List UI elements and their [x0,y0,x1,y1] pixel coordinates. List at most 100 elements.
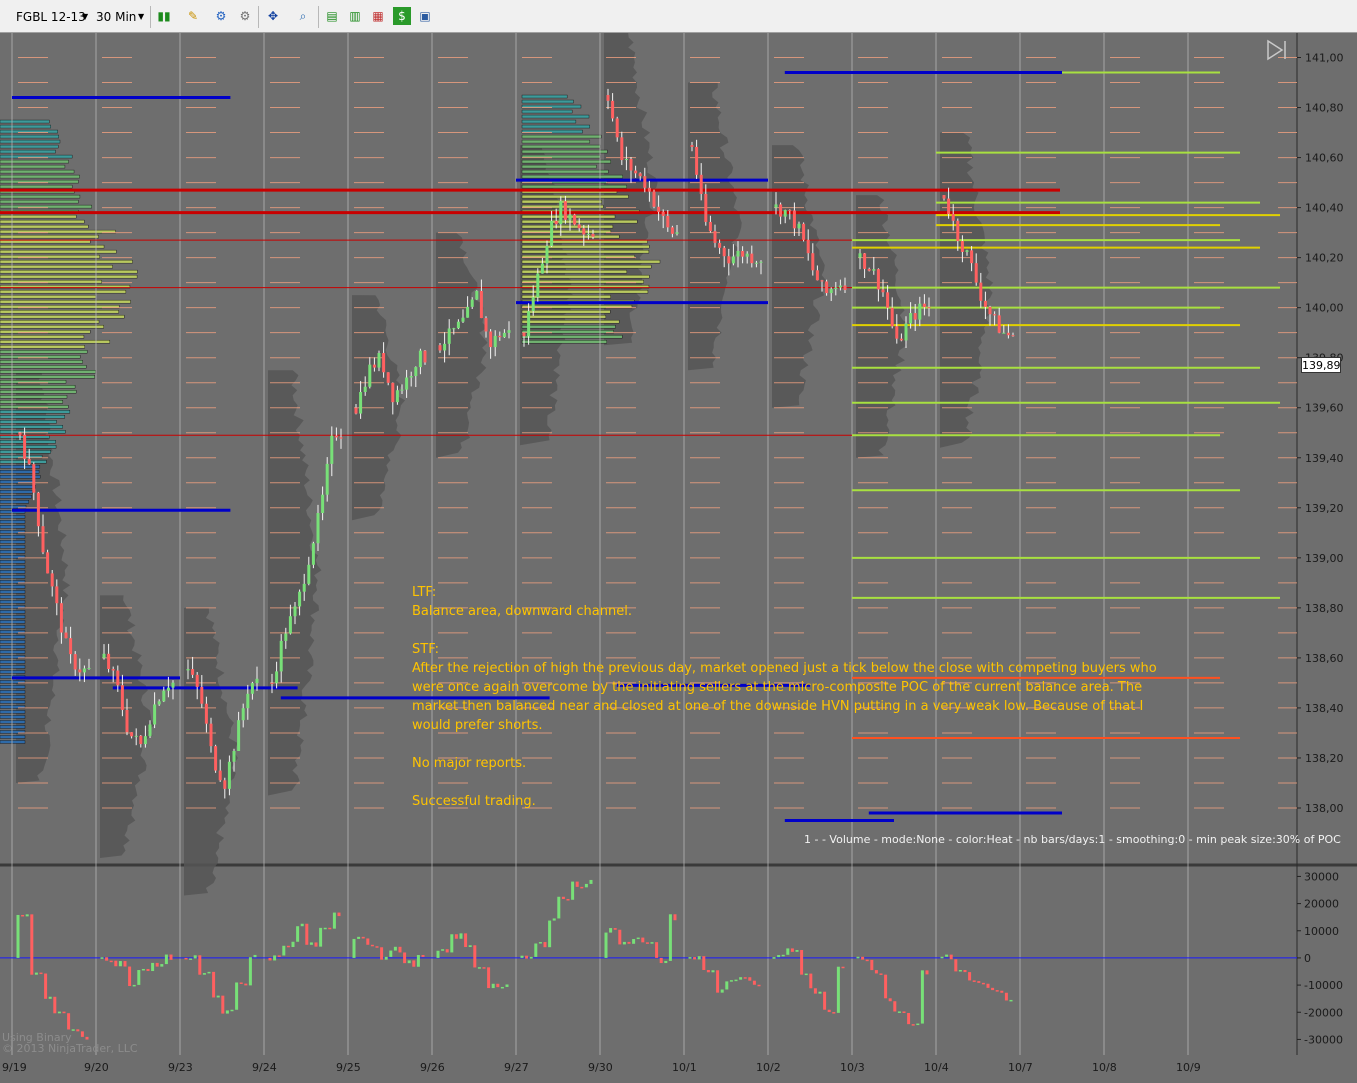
candle-body [550,220,554,246]
candle-body [666,215,670,228]
heat-profile-row [521,99,574,104]
delta-bar [636,937,640,940]
candle-body [531,297,535,312]
candle-body [293,606,297,617]
heat-profile-row [521,244,650,249]
candle-body [368,364,372,387]
delta-bar [725,981,729,990]
delta-bar [248,957,252,986]
delta-bar [421,955,425,957]
heat-profile-row [521,159,611,164]
price-tick-label: 138,00 [1305,802,1344,815]
candle-body [227,761,231,789]
candle-body [825,281,829,294]
candle-body [461,317,465,322]
delta-bar [80,1031,84,1037]
delta-bar [729,980,733,982]
candle-body [1006,332,1010,336]
candle-body [704,193,708,222]
candle-body [838,285,842,288]
pencil-draw-icon[interactable]: ✎ [184,7,202,25]
instrument-selector[interactable]: FGBL 12-13 [16,8,86,26]
heat-profile-row [0,390,77,394]
candle-body [741,250,745,257]
candle-body [545,245,549,264]
delta-bar [716,970,720,993]
delta-bar [711,970,715,973]
delta-bar [328,927,332,930]
delta-bar [370,944,374,947]
delta-bar [30,914,34,975]
candle-body [774,204,778,208]
chevron-down-icon[interactable]: ▼ [138,8,144,26]
delta-bar [566,899,570,901]
candle-body [186,669,190,671]
candle-body [27,458,31,465]
candle-body [624,159,628,161]
candle-body [69,638,73,655]
zoom-icon[interactable]: ⌕ [294,7,312,25]
heat-profile-row [0,279,102,284]
heat-profile-row [0,334,85,339]
candle-body [423,350,427,363]
delta-bar [916,1023,920,1026]
candle-body [806,239,810,254]
delta-bar [609,928,613,933]
delta-bar [575,881,579,887]
interval-selector[interactable]: 30 Min [96,8,136,26]
delta-bar [865,959,869,962]
chart-area[interactable]: 141,00 140,80 140,60 140,40 140,20 140,00 139,… [0,32,1357,1079]
heat-profile-row [521,164,597,169]
delta-bar [902,1011,906,1013]
candle-body [55,586,59,604]
candle-body [214,746,218,771]
delta-bar [366,938,370,945]
candle-body [829,289,833,294]
price-tick-label: 138,80 [1305,602,1344,615]
delta-bar [505,984,509,987]
data-box-icon[interactable]: ▥ [346,7,364,25]
candle-body [498,335,502,338]
delta-bar [1000,990,1004,993]
candle-body [947,198,951,215]
candle-body [811,253,815,271]
candle-body [867,268,871,271]
delta-bar [273,955,277,961]
delta-bar [151,962,155,972]
delta-bar [34,972,38,975]
delta-bar [520,955,524,958]
bar-type-icon[interactable]: ▮▮ [155,7,173,25]
candle-body [409,376,413,378]
candle-body [275,671,279,684]
properties-icon[interactable]: ▤ [323,7,341,25]
delta-bar [790,948,794,952]
crosshair-icon[interactable]: ✥ [264,7,282,25]
candle-body [391,382,395,403]
delta-bar [207,971,211,974]
price-chart[interactable]: 141,00 140,80 140,60 140,40 140,20 140,00 139,… [0,32,1357,1079]
delta-bar [739,977,743,980]
candle-body [377,353,381,368]
chevron-down-icon[interactable]: ▼ [82,8,88,26]
delta-bar [571,881,575,900]
delta-bar [897,1011,901,1013]
chart-trader-icon[interactable]: ▦ [369,7,387,25]
candle-body [779,204,783,217]
candle-body [927,307,931,309]
strategy-icon[interactable]: ⚙ [236,7,254,25]
candle-body [502,332,506,338]
panel-icon[interactable]: ▣ [416,7,434,25]
dollar-icon[interactable]: $ [393,7,411,25]
heat-profile-row [0,344,85,349]
heat-profile-row [0,490,33,494]
indicator-icon[interactable]: ⚙ [212,7,230,25]
candle-body [59,603,63,633]
delta-bar [920,970,924,1024]
delta-bar [613,928,617,930]
candle-body [507,330,511,333]
heat-profile-row [521,309,611,314]
price-tick-label: 139,40 [1305,452,1344,465]
heat-profile-row [521,194,629,199]
delta-bar [230,1009,234,1012]
delta-bar [734,979,738,982]
